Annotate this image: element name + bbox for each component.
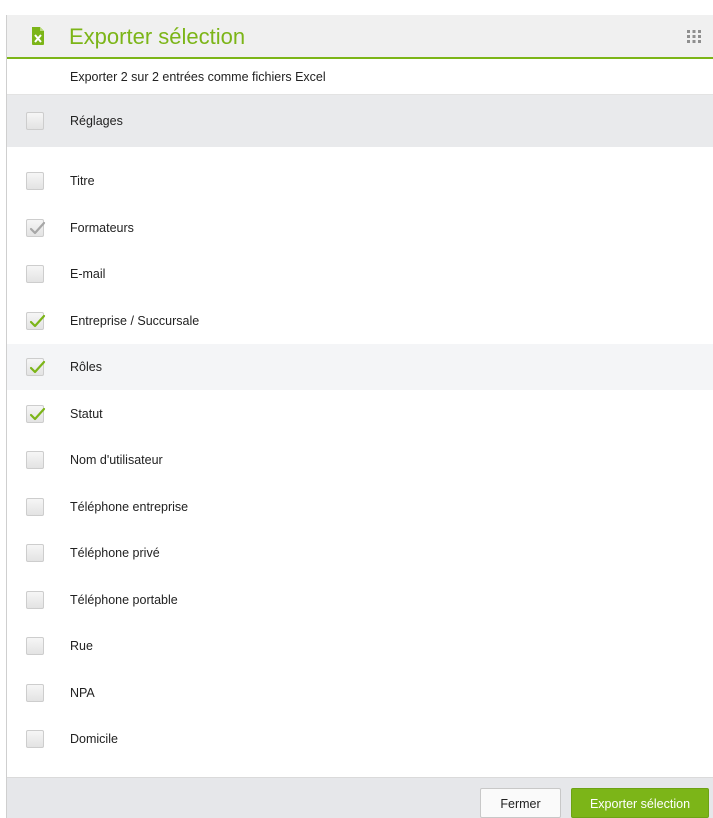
field-label: NPA xyxy=(70,685,95,700)
settings-row[interactable]: Réglages xyxy=(7,95,713,147)
dialog-subtitle-bar: Exporter 2 sur 2 entrées comme fichiers … xyxy=(7,59,713,95)
field-row[interactable]: NPA xyxy=(7,670,713,716)
field-label: E-mail xyxy=(70,267,106,281)
field-checkbox[interactable] xyxy=(26,451,44,469)
field-checkbox[interactable] xyxy=(26,544,44,562)
top-strip xyxy=(0,0,713,15)
close-button[interactable]: Fermer xyxy=(480,788,561,818)
checkmark-icon xyxy=(29,221,46,234)
field-row[interactable]: Nom d'utilisateur xyxy=(7,437,713,483)
field-checkbox[interactable] xyxy=(26,683,44,702)
field-label: Titre xyxy=(70,174,95,188)
field-checkbox[interactable] xyxy=(26,497,44,516)
page: Exporter sélection Exporter 2 sur 2 entr… xyxy=(0,0,713,818)
field-checkbox[interactable] xyxy=(26,637,44,655)
settings-label: Réglages xyxy=(70,114,123,128)
checkmark-icon xyxy=(29,314,46,327)
field-checkbox[interactable] xyxy=(26,172,44,190)
dialog-footer: Fermer Exporter sélection xyxy=(7,777,713,818)
field-row[interactable]: Téléphone portable xyxy=(7,577,713,623)
grid-menu-icon[interactable] xyxy=(686,28,702,44)
field-row[interactable]: Rôles xyxy=(7,344,713,390)
field-row[interactable]: Rue xyxy=(7,623,713,669)
settings-checkbox[interactable] xyxy=(26,112,44,130)
field-checkbox[interactable] xyxy=(26,218,46,237)
dialog-header: Exporter sélection xyxy=(7,15,713,59)
field-row[interactable]: E-mail xyxy=(7,251,713,297)
field-checkbox[interactable] xyxy=(26,730,44,748)
field-row[interactable]: Téléphone entreprise xyxy=(7,484,713,530)
field-label: Nom d'utilisateur xyxy=(70,453,163,467)
field-checkbox[interactable] xyxy=(26,311,46,330)
field-row[interactable]: Téléphone privé xyxy=(7,530,713,576)
field-row[interactable]: Entreprise / Succursale xyxy=(7,298,713,344)
excel-file-icon xyxy=(32,27,44,45)
field-checkbox[interactable] xyxy=(26,404,46,423)
export-selection-button[interactable]: Exporter sélection xyxy=(571,788,709,818)
dialog-subtitle: Exporter 2 sur 2 entrées comme fichiers … xyxy=(70,70,326,84)
checkmark-icon xyxy=(29,360,46,374)
field-checkbox[interactable] xyxy=(26,358,46,376)
field-label: Téléphone privé xyxy=(70,546,160,560)
field-label: Téléphone entreprise xyxy=(70,499,189,514)
field-row[interactable]: Titre xyxy=(7,158,713,204)
dialog-title: Exporter sélection xyxy=(69,24,246,49)
field-label: Rue xyxy=(70,639,93,653)
field-row[interactable]: Domicile xyxy=(7,716,713,762)
field-label: Statut xyxy=(70,406,103,421)
field-checkbox[interactable] xyxy=(26,590,44,609)
checkmark-icon xyxy=(29,407,46,420)
field-label: Domicile xyxy=(70,732,118,746)
field-label: Rôles xyxy=(70,360,102,374)
export-dialog: Exporter sélection Exporter 2 sur 2 entr… xyxy=(6,15,713,818)
field-label: Formateurs xyxy=(70,220,134,235)
field-row[interactable]: Formateurs xyxy=(7,205,713,251)
field-checkbox[interactable] xyxy=(26,265,44,283)
field-label: Téléphone portable xyxy=(70,592,178,607)
field-row[interactable]: Statut xyxy=(7,391,713,437)
field-label: Entreprise / Succursale xyxy=(70,313,200,328)
